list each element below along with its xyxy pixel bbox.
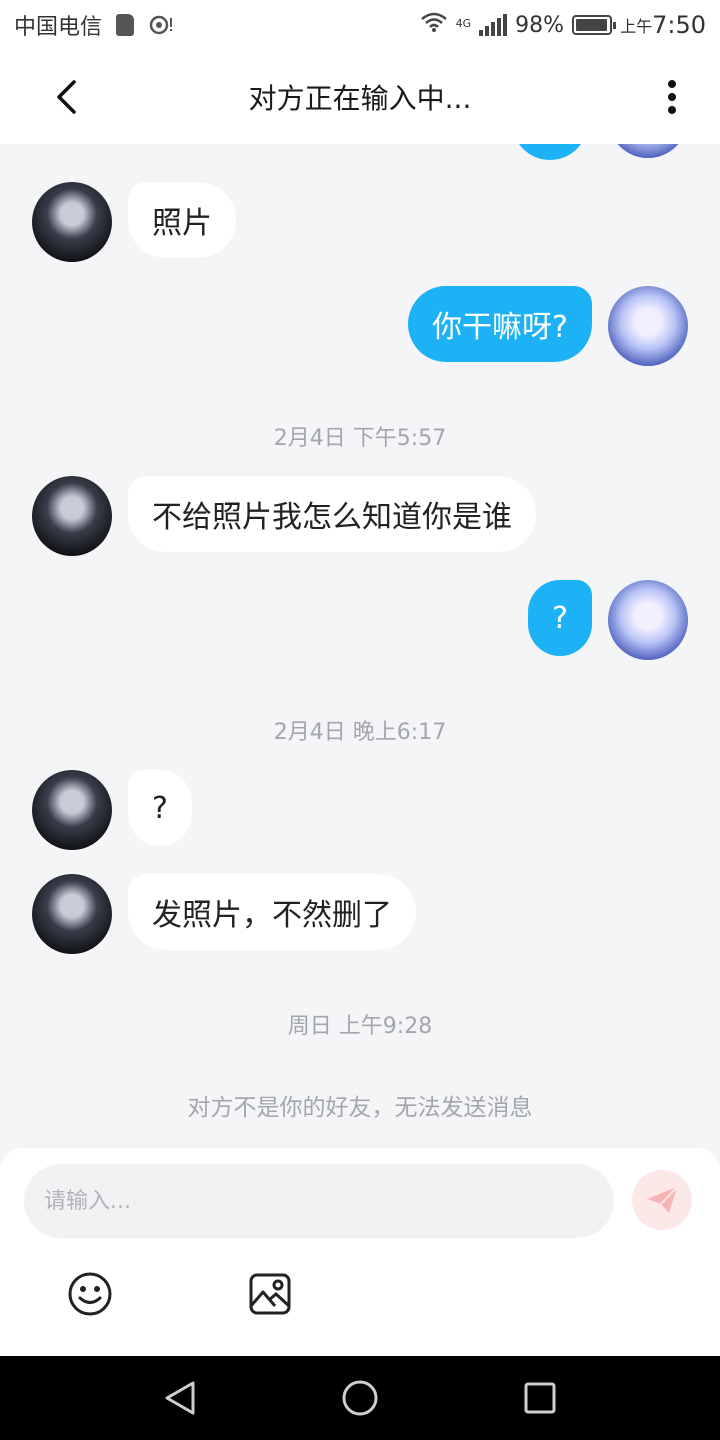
system-nav-bar [0,1356,720,1440]
peer-avatar[interactable] [32,874,112,954]
wifi-icon [420,11,448,39]
nav-back-button[interactable] [158,1376,202,1420]
back-triangle-icon [165,1381,195,1415]
more-button[interactable] [650,72,694,122]
network-type: 4G [455,17,472,30]
peer-avatar[interactable] [32,770,112,850]
my-avatar[interactable] [608,580,688,660]
nav-home-button[interactable] [338,1376,382,1420]
message-input[interactable] [24,1164,614,1238]
send-button[interactable] [632,1170,692,1230]
page-title: 对方正在输入中... [248,82,472,115]
partial-message-bubble [512,144,588,160]
status-bar: 中国电信 4G 98% 上午 7:50 [0,0,720,50]
signal-icon [479,14,508,36]
peer-avatar[interactable] [32,476,112,556]
message-list[interactable]: 照片 你干嘛呀? 2月4日 下午5:57 不给照片我怎么知道你是谁 ? 2月4日… [0,144,720,1148]
send-icon [647,1186,678,1213]
image-button[interactable] [246,1270,294,1318]
sd-card-icon [116,14,135,36]
back-button[interactable] [44,72,88,122]
chat-header: 对方正在输入中... [0,50,720,144]
battery-percent: 98% [515,12,565,38]
message-bubble[interactable]: ? [528,580,592,656]
timestamp: 2月4日 晚上6:17 [273,720,447,745]
battery-icon [572,15,617,35]
my-avatar[interactable] [608,144,688,158]
more-vertical-icon [668,80,676,114]
emoji-button[interactable] [66,1270,114,1318]
message-bubble[interactable]: 不给照片我怎么知道你是谁 [128,476,536,552]
chevron-left-icon [57,80,76,114]
home-circle-icon [342,1380,378,1416]
time-period: 上午 [620,17,653,36]
peer-avatar[interactable] [32,182,112,262]
message-bubble[interactable]: ? [128,770,192,846]
image-icon [249,1273,291,1315]
my-avatar[interactable] [608,286,688,366]
carrier-label: 中国电信 [14,15,103,40]
nav-recents-button[interactable] [518,1376,562,1420]
timestamp: 周日 上午9:28 [287,1014,433,1039]
clock: 7:50 [652,11,706,39]
message-bubble[interactable]: 你干嘛呀? [408,286,592,362]
cast-icon [148,14,174,36]
emoji-icon [68,1272,112,1316]
recents-square-icon [524,1382,556,1414]
message-bubble[interactable]: 发照片，不然删了 [128,874,416,950]
composer [0,1148,720,1356]
system-notice: 对方不是你的好友，无法发送消息 [187,1095,533,1121]
timestamp: 2月4日 下午5:57 [273,426,447,451]
message-bubble[interactable]: 照片 [128,182,236,258]
